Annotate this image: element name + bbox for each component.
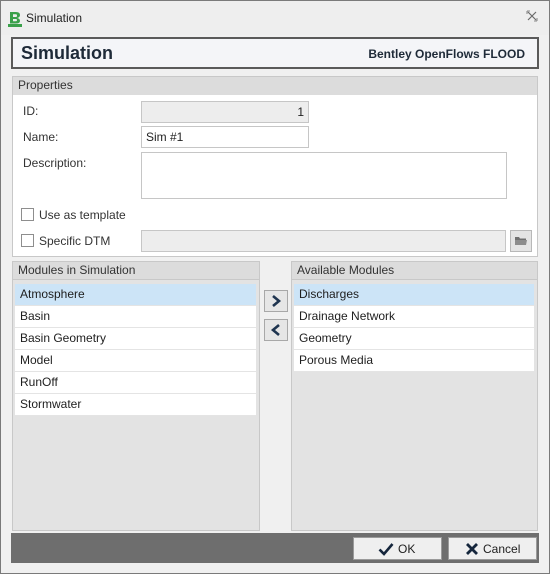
available-modules-header: Available Modules: [292, 262, 537, 280]
page-title: Simulation: [21, 43, 114, 63]
remove-module-button[interactable]: [264, 319, 288, 341]
app-logo-icon: [8, 11, 22, 27]
id-label: ID:: [23, 104, 39, 118]
specific-dtm-field[interactable]: [141, 230, 506, 252]
close-icon[interactable]: [525, 10, 539, 24]
list-item[interactable]: Model: [15, 350, 256, 372]
list-item[interactable]: Drainage Network: [294, 306, 534, 328]
add-module-button[interactable]: [264, 290, 288, 312]
ok-label: OK: [398, 542, 416, 556]
list-item[interactable]: Atmosphere: [15, 284, 256, 306]
browse-dtm-button[interactable]: [510, 230, 532, 252]
description-field[interactable]: [141, 152, 507, 199]
list-item[interactable]: RunOff: [15, 372, 256, 394]
window-title: Simulation: [26, 11, 83, 25]
list-item[interactable]: Basin: [15, 306, 256, 328]
modules-in-simulation-panel: Modules in Simulation Atmosphere Basin B…: [12, 261, 260, 531]
list-item[interactable]: Geometry: [294, 328, 534, 350]
brand-label: Bentley OpenFlows FLOOD: [368, 47, 525, 61]
modules-in-simulation-header: Modules in Simulation: [13, 262, 259, 280]
description-label: Description:: [23, 156, 87, 170]
x-icon: [466, 543, 478, 555]
use-as-template-checkbox[interactable]: [21, 208, 34, 221]
simulation-dialog: Simulation Simulation Bentley OpenFlows …: [0, 0, 550, 574]
name-field[interactable]: [141, 126, 309, 148]
properties-header: Properties: [13, 77, 537, 95]
ok-button[interactable]: OK: [353, 537, 442, 560]
name-label: Name:: [23, 130, 59, 144]
cancel-label: Cancel: [483, 542, 521, 556]
properties-section: Properties ID: Name: Description: Use as…: [12, 76, 538, 257]
specific-dtm-checkbox[interactable]: [21, 234, 34, 247]
list-item[interactable]: Stormwater: [15, 394, 256, 416]
checkmark-icon: [378, 543, 394, 556]
header-banner: Simulation Bentley OpenFlows FLOOD: [11, 37, 539, 69]
available-modules-panel: Available Modules Discharges Drainage Ne…: [291, 261, 538, 531]
cancel-button[interactable]: Cancel: [448, 537, 537, 560]
id-field: [141, 101, 309, 123]
specific-dtm-label: Specific DTM: [39, 234, 111, 248]
modules-in-simulation-list[interactable]: Atmosphere Basin Basin Geometry Model Ru…: [15, 284, 256, 416]
list-item[interactable]: Porous Media: [294, 350, 534, 372]
list-item[interactable]: Basin Geometry: [15, 328, 256, 350]
available-modules-list[interactable]: Discharges Drainage Network Geometry Por…: [294, 284, 534, 372]
use-as-template-label: Use as template: [39, 208, 126, 222]
dialog-footer: OK Cancel: [11, 533, 539, 563]
title-bar[interactable]: Simulation: [1, 1, 549, 35]
list-item[interactable]: Discharges: [294, 284, 534, 306]
